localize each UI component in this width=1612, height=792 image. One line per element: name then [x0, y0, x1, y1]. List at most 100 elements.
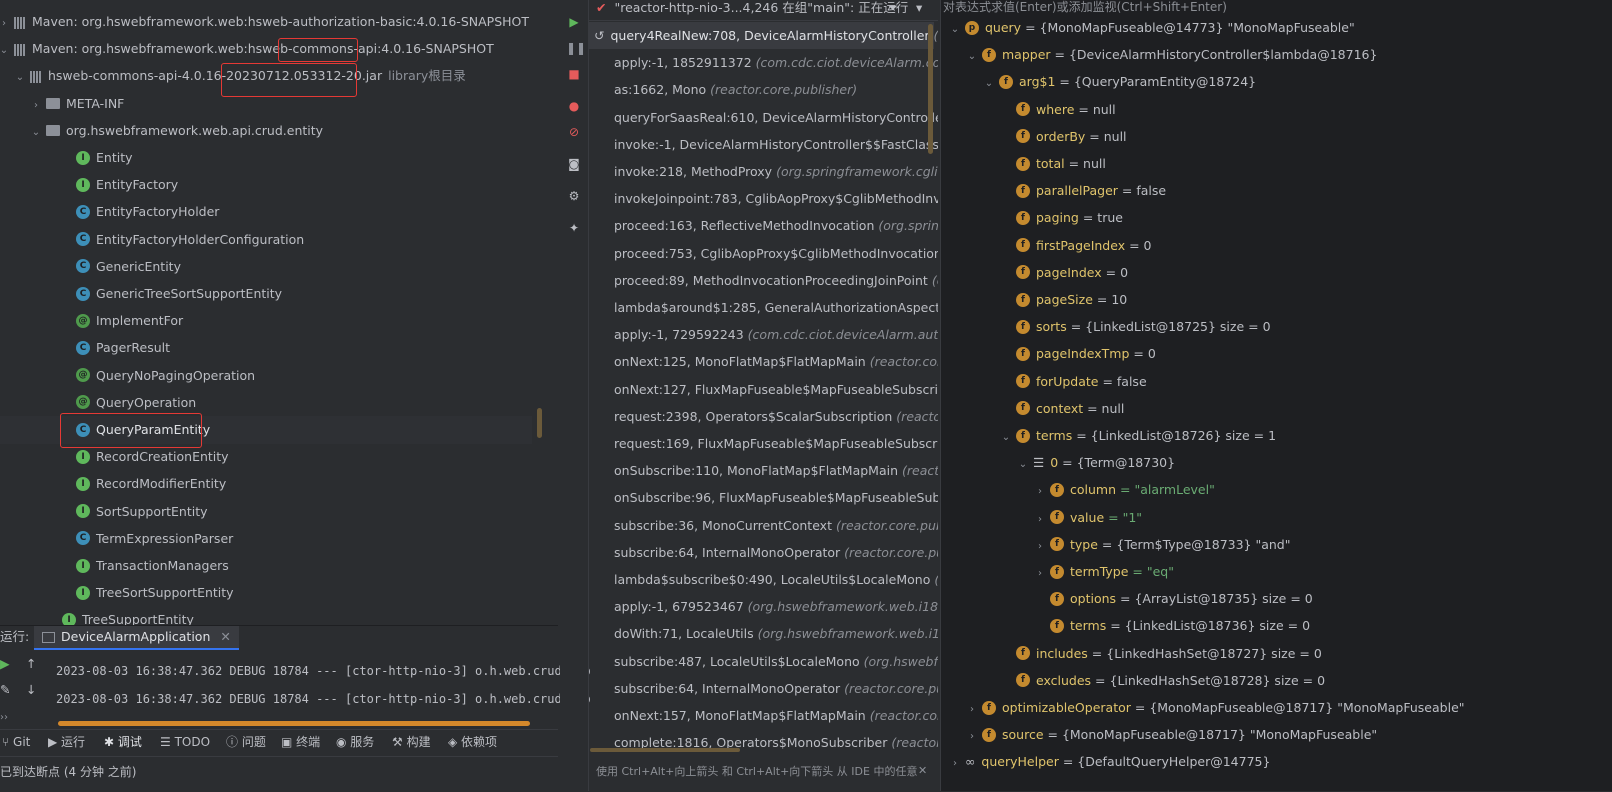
variable-row[interactable]: › f termType = "eq"	[1034, 558, 1174, 585]
variable-row[interactable]: ⌄ f terms = {LinkedList@18726} size = 1	[1000, 422, 1276, 449]
variable-row[interactable]: f excludes = {LinkedHashSet@18728} size =…	[1000, 667, 1325, 694]
tree-row[interactable]: C EntityFactoryHolder	[0, 198, 532, 226]
stack-frame[interactable]: lambda$subscribe$0:490, LocaleUtils$Loca…	[614, 566, 938, 593]
stack-frame[interactable]: onNext:127, FluxMapFuseable$MapFuseableS…	[614, 376, 938, 403]
tree-row[interactable]: @ QueryNoPagingOperation	[0, 362, 532, 390]
stack-frame[interactable]: request:2398, Operators$ScalarSubscripti…	[614, 403, 938, 430]
chevron-right-icon[interactable]: ›	[1034, 478, 1046, 505]
tab-services[interactable]: ◉ 服务	[336, 730, 374, 754]
wrench-icon[interactable]: ✎	[0, 682, 10, 697]
variable-row[interactable]: f firstPageIndex = 0	[1000, 232, 1152, 259]
chevron-down-icon[interactable]: ⌄	[966, 43, 978, 70]
tree-row[interactable]: C GenericTreeSortSupportEntity	[0, 280, 532, 308]
tab-todo[interactable]: ☰ TODO	[160, 730, 210, 754]
close-icon[interactable]: ✕	[220, 629, 230, 644]
variable-row[interactable]: f total = null	[1000, 150, 1106, 177]
tab-build[interactable]: ⚒ 构建	[392, 730, 431, 754]
frames-hscrollbar[interactable]	[590, 748, 740, 752]
stack-frame[interactable]: complete:1816, Operators$MonoSubscriber …	[614, 729, 938, 756]
log-hscrollbar[interactable]	[58, 721, 530, 726]
tree-row[interactable]: ⌄ org.hswebframework.web.api.crud.entity	[0, 117, 532, 145]
variable-row[interactable]: f context = null	[1000, 395, 1124, 422]
chevron-right-icon[interactable]: ›	[1034, 560, 1046, 587]
mute-breakpoints-icon[interactable]: ⊘	[566, 124, 582, 140]
tree-row[interactable]: C TermExpressionParser	[0, 525, 532, 553]
stack-frame[interactable]: queryForSaasReal:610, DeviceAlarmHistory…	[614, 104, 938, 131]
chevron-right-icon[interactable]: ›	[0, 10, 10, 38]
stack-frame[interactable]: as:1662, Mono (reactor.core.publisher)	[614, 76, 857, 103]
variable-row[interactable]: ⌄ ☰ 0 = {Term@18730}	[1017, 449, 1175, 476]
variable-row[interactable]: ⌄ f arg$1 = {QueryParamEntity@18724}	[983, 68, 1256, 95]
stack-frame[interactable]: subscribe:36, MonoCurrentContext (reacto…	[614, 512, 938, 539]
stack-frame[interactable]: invoke:-1, DeviceAlarmHistoryController$…	[614, 131, 938, 158]
arrow-down-icon[interactable]: ↓	[26, 682, 36, 697]
chevron-right-icon[interactable]: ›	[1034, 533, 1046, 560]
stack-frame[interactable]: request:169, FluxMapFuseable$MapFuseable…	[614, 430, 938, 457]
chevron-right-icon[interactable]: ›	[1034, 506, 1046, 533]
tree-row[interactable]: C PagerResult	[0, 334, 532, 362]
variable-row[interactable]: f orderBy = null	[1000, 123, 1127, 150]
close-icon[interactable]: ✕	[918, 764, 927, 777]
variable-row[interactable]: f paging = true	[1000, 204, 1123, 231]
chevron-right-icon[interactable]: ›	[30, 92, 42, 120]
variable-row[interactable]: f options = {ArrayList@18735} size = 0	[1034, 585, 1313, 612]
variable-row[interactable]: ⌄ f mapper = {DeviceAlarmHistoryController…	[966, 41, 1378, 70]
tree-row[interactable]: I Entity	[0, 144, 532, 172]
thread-selector[interactable]: ✔ "reactor-http-nio-3...4,246 在组"main": …	[588, 0, 938, 21]
variable-row[interactable]: f where = null	[1000, 96, 1116, 123]
stack-frame[interactable]: onSubscribe:110, MonoFlatMap$FlatMapMain…	[614, 457, 938, 484]
stop-icon[interactable]: ■	[566, 66, 582, 82]
stack-frame[interactable]: onNext:157, MonoFlatMap$FlatMapMain (rea…	[614, 702, 938, 729]
stack-frame[interactable]: invoke:218, MethodProxy (org.springframe…	[614, 158, 938, 185]
chevron-down-icon[interactable]: ⌄	[0, 37, 10, 65]
tab-dependencies[interactable]: ◈ 依赖项	[448, 730, 497, 754]
tree-row[interactable]: I TransactionManagers	[0, 552, 532, 580]
tree-row[interactable]: I TreeSortSupportEntity	[0, 579, 532, 607]
tree-row[interactable]: ⌄ Maven: org.hswebframework.web:hsweb-com…	[0, 35, 532, 63]
tab-run[interactable]: ▶ 运行	[48, 730, 85, 754]
chevron-down-icon[interactable]: ⌄	[949, 16, 961, 43]
run-tab[interactable]: DeviceAlarmApplication ✕	[34, 626, 239, 650]
variable-row[interactable]: f forUpdate = false	[1000, 368, 1147, 395]
stack-frame[interactable]: apply:-1, 729592243 (com.cdc.ciot.device…	[614, 321, 938, 348]
tree-row[interactable]: I SortSupportEntity	[0, 498, 532, 526]
stack-frame[interactable]: subscribe:64, InternalMonoOperator (reac…	[614, 539, 938, 566]
tree-row[interactable]: C GenericEntity	[0, 253, 532, 281]
more-icon[interactable]: ››	[0, 712, 8, 723]
stack-frame[interactable]: apply:-1, 679523467 (org.hswebframework.…	[614, 593, 938, 620]
chevron-down-icon[interactable]: ⌄	[1017, 451, 1029, 478]
variable-row[interactable]: ⌄ p query = {MonoMapFuseable@14773} "MonoM…	[949, 14, 1355, 41]
variable-row[interactable]: › f source = {MonoMapFuseable@18717} "Mono…	[966, 721, 1377, 748]
variable-row[interactable]: f pageIndex = 0	[1000, 259, 1128, 286]
chevron-right-icon[interactable]: ›	[966, 696, 978, 723]
pin-icon[interactable]: ✦	[566, 220, 582, 236]
gear-icon[interactable]: ⚙	[566, 188, 582, 204]
chevron-down-icon[interactable]: ⌄	[983, 70, 995, 97]
chevron-right-icon[interactable]: ›	[949, 750, 961, 777]
tree-row[interactable]: › Maven: org.hswebframework.web:hsweb-aut…	[0, 8, 532, 36]
tree-row[interactable]: @ ImplementFor	[0, 307, 532, 335]
tree-row[interactable]: C EntityFactoryHolderConfiguration	[0, 226, 532, 254]
variable-row[interactable]: f sorts = {LinkedList@18725} size = 0	[1000, 313, 1271, 340]
variable-row[interactable]: f parallelPager = false	[1000, 177, 1166, 204]
variable-row[interactable]: f pageIndexTmp = 0	[1000, 340, 1156, 367]
variable-row[interactable]: › f column = "alarmLevel"	[1034, 476, 1215, 503]
stack-frame[interactable]: subscribe:487, LocaleUtils$LocaleMono (o…	[614, 648, 938, 675]
camera-icon[interactable]: ◙	[566, 156, 582, 172]
pause-icon[interactable]: ❚❚	[566, 40, 586, 56]
variable-row[interactable]: › f value = "1"	[1034, 504, 1142, 531]
tab-terminal[interactable]: ▣ 终端	[281, 730, 320, 754]
stack-frame[interactable]: proceed:89, MethodInvocationProceedingJo…	[614, 267, 938, 294]
variable-row[interactable]: › ∞ queryHelper = {DefaultQueryHelper@1477…	[949, 748, 1270, 775]
variable-row[interactable]: › f type = {Term$Type@18733} "and"	[1034, 531, 1291, 558]
stack-frame[interactable]: onSubscribe:96, FluxMapFuseable$MapFusea…	[614, 484, 938, 511]
stack-frame[interactable]: proceed:753, CglibAopProxy$CglibMethodIn…	[614, 240, 938, 267]
view-breakpoints-icon[interactable]: ●	[566, 98, 582, 114]
stack-frame[interactable]: onNext:125, MonoFlatMap$FlatMapMain (rea…	[614, 348, 938, 375]
tab-git[interactable]: ⑂ Git	[2, 730, 30, 754]
arrow-up-icon[interactable]: ↑	[26, 656, 36, 671]
stack-frame[interactable]: ↺ query4RealNew:708, DeviceAlarmHistoryCo…	[588, 22, 938, 49]
chevron-down-icon[interactable]: ▾	[916, 0, 922, 16]
variable-row[interactable]: f pageSize = 10	[1000, 286, 1127, 313]
tab-debug[interactable]: ✱ 调试	[104, 730, 142, 754]
